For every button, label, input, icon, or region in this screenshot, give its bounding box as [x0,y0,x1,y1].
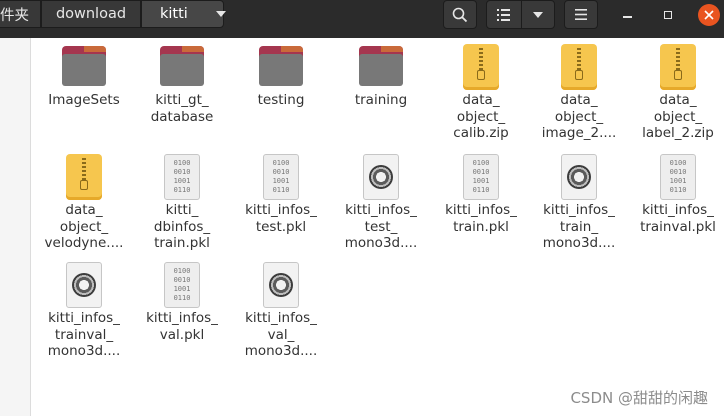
file-item-generic[interactable]: kitti_infos_ train_ mono3d.... [529,148,629,252]
file-item-generic[interactable]: kitti_infos_ test_ mono3d.... [331,148,431,252]
file-item-binary[interactable]: 0100 0010 1001 0110 kitti_infos_ val.pkl [132,256,232,343]
file-item-zip[interactable]: data_ object_ image_2.... [529,38,629,142]
view-options-button[interactable] [521,0,555,29]
maximize-button[interactable] [657,4,679,26]
folder-icon [159,44,205,90]
main-menu-button[interactable] [564,0,598,29]
breadcrumb-kitti[interactable]: kitti [141,0,226,28]
breadcrumb-label: download [55,6,127,22]
file-name: data_ object_ calib.zip [453,92,509,141]
file-name: testing [257,92,305,108]
file-name: kitti_infos_ train.pkl [445,202,517,235]
view-toggle-button[interactable] [486,0,522,29]
list-view-icon [497,8,510,21]
zip-archive-icon [556,44,602,90]
generic-file-icon [61,262,107,308]
minimize-button[interactable] [616,4,638,26]
file-item-zip[interactable]: data_ object_ velodyne.... [34,148,134,252]
file-item-generic[interactable]: kitti_infos_ val_ mono3d.... [231,256,331,360]
breadcrumb-label: kitti [160,6,188,22]
chevron-down-icon [215,11,226,17]
file-item-folder[interactable]: kitti_gt_ database [132,38,232,125]
folder-icon [358,44,404,90]
hamburger-menu-icon [575,9,587,20]
file-name: data_ object_ label_2.zip [642,92,714,141]
generic-file-icon [358,154,404,200]
breadcrumb-label: 件夹 [0,7,29,24]
file-grid: ImageSets kitti_gt_ database testing traini… [31,38,724,416]
generic-file-icon [258,262,304,308]
close-icon [704,10,714,20]
zip-archive-icon [61,154,107,200]
file-name: kitti_infos_ train_ mono3d.... [542,202,616,251]
file-item-binary[interactable]: 0100 0010 1001 0110 kitti_infos_ train.pk… [431,148,531,235]
folder-icon [258,44,304,90]
file-name: ImageSets [48,92,120,108]
file-name: kitti_infos_ trainval_ mono3d.... [47,310,121,359]
close-button[interactable] [698,4,720,26]
binary-file-icon: 0100 0010 1001 0110 [458,154,504,200]
search-icon [452,7,468,22]
path-bar: 件夹 download kitti [0,0,226,30]
binary-file-icon: 0100 0010 1001 0110 [655,154,701,200]
file-item-folder[interactable]: testing [231,38,331,109]
file-name: data_ object_ velodyne.... [44,202,124,251]
file-item-binary[interactable]: 0100 0010 1001 0110 kitti_ dbinfos_ train… [132,148,232,252]
file-name: kitti_infos_ test.pkl [245,202,317,235]
file-item-binary[interactable]: 0100 0010 1001 0110 kitti_infos_ test.pkl [231,148,331,235]
binary-file-icon: 0100 0010 1001 0110 [159,154,205,200]
minimize-icon [622,16,632,18]
file-name: data_ object_ image_2.... [541,92,617,141]
file-item-generic[interactable]: kitti_infos_ trainval_ mono3d.... [34,256,134,360]
file-name: kitti_infos_ val_ mono3d.... [244,310,318,359]
folder-icon [61,44,107,90]
search-button[interactable] [443,0,477,29]
maximize-icon [664,11,672,19]
file-item-folder[interactable]: training [331,38,431,109]
breadcrumb-parent[interactable]: 件夹 [0,0,41,28]
file-item-folder[interactable]: ImageSets [34,38,134,109]
header-bar: 件夹 download kitti [0,0,724,38]
zip-archive-icon [458,44,504,90]
chevron-down-icon [533,11,543,18]
file-name: kitti_gt_ database [150,92,214,125]
file-name: kitti_infos_ test_ mono3d.... [344,202,418,251]
file-name: training [354,92,408,108]
generic-file-icon [556,154,602,200]
watermark: CSDN @甜甜的闲趣 [570,389,708,407]
binary-file-icon: 0100 0010 1001 0110 [159,262,205,308]
file-item-binary[interactable]: 0100 0010 1001 0110 kitti_infos_ trainval… [628,148,724,235]
sidebar [0,38,31,416]
file-name: kitti_ dbinfos_ train.pkl [153,202,211,251]
file-item-zip[interactable]: data_ object_ calib.zip [431,38,531,142]
breadcrumb-download[interactable]: download [41,0,141,28]
file-name: kitti_infos_ trainval.pkl [640,202,716,235]
file-item-zip[interactable]: data_ object_ label_2.zip [628,38,724,142]
binary-file-icon: 0100 0010 1001 0110 [258,154,304,200]
file-name: kitti_infos_ val.pkl [146,310,218,343]
zip-archive-icon [655,44,701,90]
